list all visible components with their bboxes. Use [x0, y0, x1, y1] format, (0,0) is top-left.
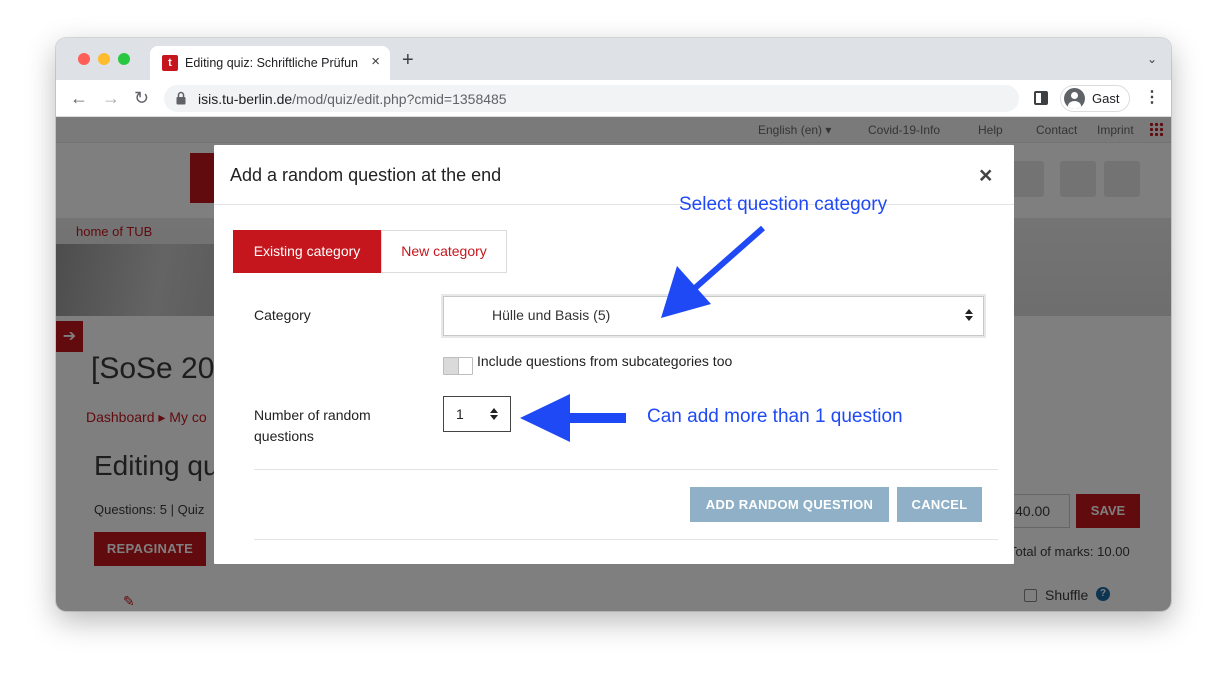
- browser-window: t Editing quiz: Schriftliche Prüfun × + …: [56, 38, 1171, 611]
- tab-title: Editing quiz: Schriftliche Prüfun: [185, 56, 359, 70]
- forward-arrow-icon[interactable]: →: [102, 88, 120, 108]
- tab-existing-category[interactable]: Existing category: [233, 230, 381, 273]
- browser-menu-icon[interactable]: ⋮: [1144, 88, 1160, 108]
- page-content: English (en) ▾ Covid-19-Info Help Contac…: [56, 117, 1171, 611]
- annotation-arrow-icon: [661, 225, 765, 318]
- annotation-arrow-icon: [520, 394, 626, 442]
- side-panel-icon[interactable]: [1034, 91, 1048, 105]
- add-random-question-button[interactable]: ADD RANDOM QUESTION: [690, 487, 889, 522]
- cancel-button[interactable]: CANCEL: [897, 487, 982, 522]
- profile-name: Gast: [1092, 91, 1120, 106]
- new-tab-button[interactable]: +: [402, 50, 414, 70]
- minimize-window-button[interactable]: [98, 53, 110, 65]
- annotation-add-more: Can add more than 1 question: [647, 406, 903, 427]
- url-path: /mod/quiz/edit.php?cmid=1358485: [292, 91, 507, 107]
- dialog-title: Add a random question at the end: [230, 165, 502, 185]
- select-updown-icon: [490, 407, 498, 421]
- close-window-button[interactable]: [78, 53, 90, 65]
- browser-tab[interactable]: t Editing quiz: Schriftliche Prüfun ×: [150, 46, 390, 80]
- address-bar[interactable]: isis.tu-berlin.de/mod/quiz/edit.php?cmid…: [164, 85, 1019, 112]
- toggle-knob: [458, 358, 472, 374]
- zoom-window-button[interactable]: [118, 53, 130, 65]
- back-arrow-icon[interactable]: ←: [70, 88, 88, 108]
- profile-avatar-icon: [1064, 88, 1085, 109]
- divider: [254, 469, 998, 470]
- close-icon[interactable]: ×: [979, 164, 992, 187]
- url-host: isis.tu-berlin.de: [198, 91, 293, 107]
- tab-new-category[interactable]: New category: [381, 230, 507, 273]
- number-of-questions-label: Number of random questions: [254, 407, 371, 444]
- tab-strip: t Editing quiz: Schriftliche Prüfun × + …: [56, 38, 1171, 80]
- divider: [254, 539, 998, 540]
- select-updown-icon: [965, 308, 973, 322]
- tub-favicon-icon: t: [162, 55, 178, 71]
- category-value: Hülle und Basis (5): [492, 307, 611, 323]
- profile-button[interactable]: Gast: [1060, 85, 1130, 112]
- tab-close-icon[interactable]: ×: [371, 53, 380, 70]
- browser-toolbar: ← → ↻ isis.tu-berlin.de/mod/quiz/edit.ph…: [56, 80, 1171, 117]
- random-question-dialog: Add a random question at the end × Exist…: [214, 145, 1014, 564]
- url-text: isis.tu-berlin.de/mod/quiz/edit.php?cmid…: [198, 91, 507, 107]
- include-subcategories-label: Include questions from subcategories too: [477, 353, 733, 369]
- annotation-select-category: Select question category: [679, 194, 888, 215]
- include-subcategories-toggle[interactable]: [443, 357, 473, 375]
- tab-search-chevron-icon[interactable]: ⌄: [1147, 52, 1157, 66]
- number-of-questions-select[interactable]: 1: [443, 396, 511, 432]
- category-label: Category: [254, 307, 311, 323]
- reload-icon[interactable]: ↻: [134, 88, 149, 108]
- number-value: 1: [456, 406, 464, 422]
- lock-icon: [176, 91, 186, 105]
- dialog-header: Add a random question at the end ×: [214, 145, 1014, 205]
